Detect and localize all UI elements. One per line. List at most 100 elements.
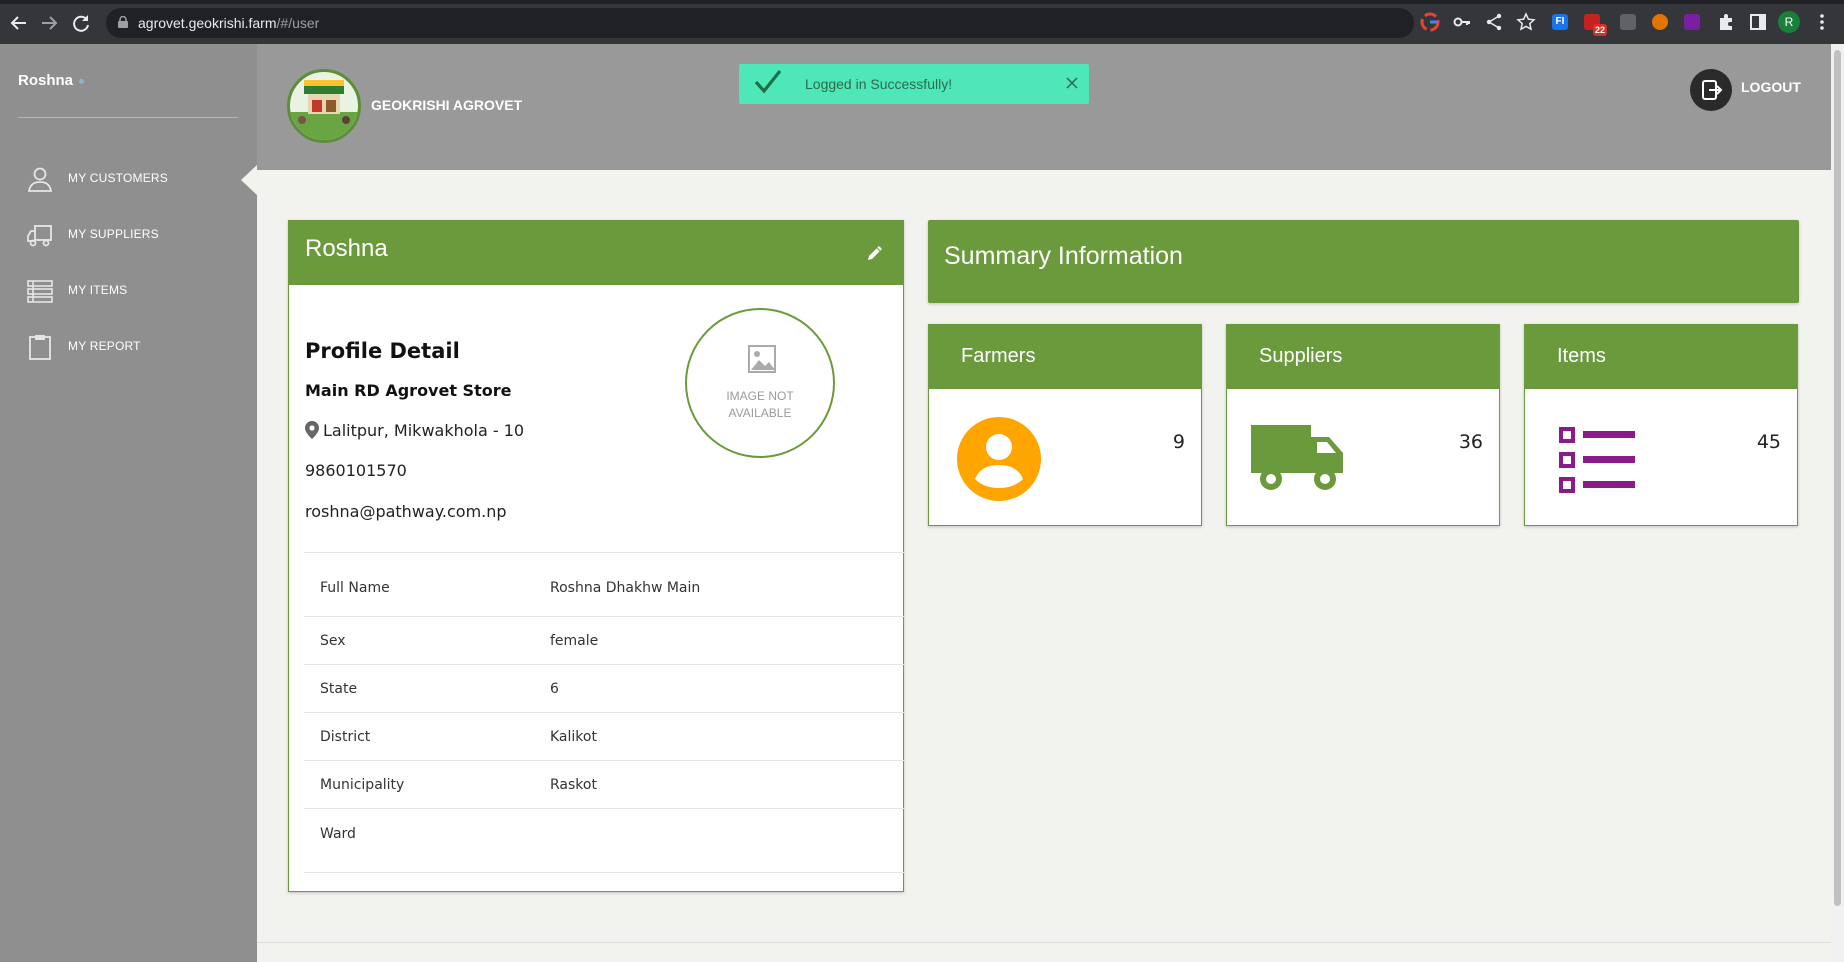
profile-details-table: Full Name Roshna Dhakhw Main Sex female St… xyxy=(304,552,904,873)
profile-name: Roshna xyxy=(305,235,388,262)
close-icon[interactable] xyxy=(1065,76,1079,90)
active-indicator xyxy=(241,165,257,195)
stat-card-header: Suppliers xyxy=(1227,325,1499,389)
table-row: Sex female xyxy=(304,616,904,665)
page-scrollbar[interactable] xyxy=(1831,44,1844,962)
farmer-icon xyxy=(957,417,1041,501)
detail-label: Municipality xyxy=(304,760,534,809)
sidebar-divider xyxy=(18,117,238,118)
extension-badge: 22 xyxy=(1593,24,1608,36)
logout-button[interactable] xyxy=(1690,69,1732,111)
farmers-card[interactable]: Farmers 9 xyxy=(928,324,1202,526)
detail-value xyxy=(534,808,904,873)
extension-fi-icon[interactable]: FI xyxy=(1552,14,1568,30)
footer-divider xyxy=(257,942,1831,943)
detail-value: female xyxy=(534,616,904,665)
person-icon xyxy=(27,167,53,192)
store-name: Main RD Agrovet Store xyxy=(305,381,512,400)
summary-header: Summary Information xyxy=(928,220,1799,303)
truck-icon xyxy=(1251,425,1343,490)
suppliers-card[interactable]: Suppliers 36 xyxy=(1226,324,1500,526)
stat-value: 9 xyxy=(1172,431,1185,453)
success-toast: Logged in Successfully! xyxy=(739,64,1089,104)
scrollbar-thumb[interactable] xyxy=(1834,50,1841,906)
location-text: Lalitpur, Mikwakhola - 10 xyxy=(323,421,525,440)
extension-dots-icon[interactable] xyxy=(1620,14,1636,30)
forward-arrow-icon[interactable] xyxy=(38,12,60,34)
back-arrow-icon[interactable] xyxy=(8,12,30,34)
online-status-dot xyxy=(79,79,84,84)
stat-value: 36 xyxy=(1458,431,1483,453)
email-address: roshna@pathway.com.np xyxy=(305,502,507,521)
list-icon xyxy=(1559,427,1635,493)
sidebar-item-my-suppliers[interactable]: MY SUPPLIERS xyxy=(0,207,257,263)
profile-avatar[interactable]: R xyxy=(1778,11,1800,33)
table-row: Full Name Roshna Dhakhw Main xyxy=(304,552,904,617)
detail-label: District xyxy=(304,712,534,761)
summary-title: Summary Information xyxy=(944,242,1183,270)
detail-label: Ward xyxy=(304,808,534,873)
detail-value: Kalikot xyxy=(534,712,904,761)
star-icon[interactable] xyxy=(1516,12,1536,32)
sidebar-item-my-customers[interactable]: MY CUSTOMERS xyxy=(0,151,257,207)
brand-name: GEOKRISHI AGROVET xyxy=(371,97,523,113)
stat-value: 45 xyxy=(1756,431,1781,453)
extension-face-icon[interactable] xyxy=(1652,14,1668,30)
sidebar-item-label: MY ITEMS xyxy=(68,283,128,297)
table-row: State 6 xyxy=(304,664,904,713)
url-path: /#/user xyxy=(276,15,320,31)
logout-label[interactable]: LOGOUT xyxy=(1741,79,1801,95)
na-line-2: AVAILABLE xyxy=(728,406,792,420)
google-icon[interactable] xyxy=(1420,12,1440,32)
detail-value: Raskot xyxy=(534,760,904,809)
sidebar: Roshna MY CUSTOMERS MY SUPPLIERS MY ITEM… xyxy=(0,44,257,962)
detail-label: State xyxy=(304,664,534,713)
side-panel-icon[interactable] xyxy=(1748,12,1768,32)
sidebar-item-my-items[interactable]: MY ITEMS xyxy=(0,263,257,319)
table-row: District Kalikot xyxy=(304,712,904,761)
detail-label: Full Name xyxy=(304,552,534,617)
sidebar-item-label: MY CUSTOMERS xyxy=(68,171,168,185)
location-pin-icon xyxy=(305,421,319,439)
items-card[interactable]: Items 45 xyxy=(1524,324,1798,526)
list-icon xyxy=(27,280,53,303)
stat-title: Items xyxy=(1557,345,1606,367)
image-placeholder-icon xyxy=(748,345,776,373)
brand-logo[interactable] xyxy=(287,69,361,143)
profile-card: Roshna Profile Detail Main RD Agrovet St… xyxy=(288,220,904,892)
extension-flag-icon[interactable] xyxy=(1684,14,1700,30)
profile-card-header: Roshna xyxy=(289,221,903,285)
url-host: agrovet.geokrishi.farm xyxy=(138,15,277,31)
location: Lalitpur, Mikwakhola - 10 xyxy=(305,421,524,440)
kebab-menu-icon[interactable] xyxy=(1812,12,1832,32)
clipboard-icon xyxy=(29,335,51,360)
sidebar-item-label: MY SUPPLIERS xyxy=(68,227,159,241)
stat-card-header: Items xyxy=(1525,325,1797,389)
url-text: agrovet.geokrishi.farm/#/user xyxy=(138,15,319,31)
key-icon[interactable] xyxy=(1452,12,1472,32)
toast-message: Logged in Successfully! xyxy=(805,76,953,92)
sidebar-item-label: MY REPORT xyxy=(68,339,141,353)
agrovet-store-logo-icon xyxy=(290,80,358,140)
puzzle-icon[interactable] xyxy=(1716,12,1736,32)
browser-toolbar: agrovet.geokrishi.farm/#/user FI 22 R xyxy=(0,0,1844,44)
stat-card-header: Farmers xyxy=(929,325,1201,389)
lock-icon xyxy=(118,16,128,28)
image-not-available-text: IMAGE NOT AVAILABLE xyxy=(687,388,833,422)
sidebar-user-name[interactable]: Roshna xyxy=(18,72,73,89)
stat-title: Farmers xyxy=(961,345,1036,367)
pencil-edit-icon[interactable] xyxy=(865,243,885,263)
phone-number: 9860101570 xyxy=(305,461,407,480)
checkmark-icon xyxy=(754,70,782,94)
logout-icon xyxy=(1702,80,1723,100)
address-bar[interactable]: agrovet.geokrishi.farm/#/user xyxy=(106,8,1414,38)
na-line-1: IMAGE NOT xyxy=(726,389,794,403)
share-icon[interactable] xyxy=(1484,12,1504,32)
profile-avatar-image[interactable]: IMAGE NOT AVAILABLE xyxy=(685,308,835,458)
sidebar-item-my-report[interactable]: MY REPORT xyxy=(0,319,257,375)
table-row: Ward xyxy=(304,808,904,873)
stat-title: Suppliers xyxy=(1259,345,1343,367)
truck-icon xyxy=(27,225,52,247)
detail-value: 6 xyxy=(534,664,904,713)
reload-icon[interactable] xyxy=(70,12,92,34)
